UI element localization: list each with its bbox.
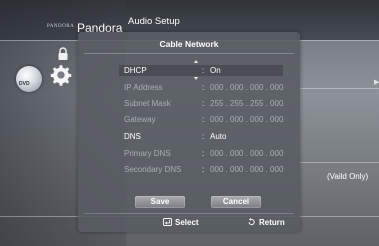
select-label: Select (175, 218, 199, 227)
ip-address-row[interactable]: IP Address : 000 . 000 . 000 . 000 (124, 83, 294, 93)
gateway-value[interactable]: 000 . 000 . 000 . 000 (210, 115, 283, 124)
gateway-row[interactable]: Gateway : 000 . 000 . 000 . 000 (124, 115, 294, 125)
gateway-label: Gateway (124, 115, 156, 124)
audio-setup-label[interactable]: Audio Setup (128, 16, 180, 27)
return-icon (248, 218, 255, 226)
dhcp-row[interactable]: DHCP : On (124, 66, 294, 76)
colon: : (202, 132, 205, 141)
gear-icon[interactable] (50, 64, 72, 86)
save-button[interactable]: Save (135, 196, 185, 208)
dialog-title: Cable Network (159, 39, 219, 49)
colon: : (202, 83, 205, 92)
secondary-dns-label: Secondary DNS (124, 165, 182, 174)
divider (84, 53, 294, 54)
secondary-dns-row[interactable]: Secondary DNS : 000 . 000 . 000 . 000 (124, 165, 294, 175)
return-label: Return (259, 218, 285, 227)
dns-label: DNS (124, 132, 141, 141)
spin-up-icon[interactable] (194, 60, 198, 63)
ip-address-label: IP Address (124, 83, 163, 92)
cable-network-dialog: Cable Network DHCP : On IP Address : 000… (78, 32, 300, 232)
colon: : (202, 149, 205, 158)
primary-dns-value[interactable]: 000 . 000 . 000 . 000 (210, 149, 283, 158)
subnet-mask-label: Subnet Mask (124, 99, 171, 108)
divider (300, 88, 379, 89)
divider (300, 162, 379, 163)
right-arrow-icon: ▶ (374, 79, 379, 86)
primary-dns-label: Primary DNS (124, 149, 171, 158)
colon: : (202, 66, 205, 75)
dvd-disc-icon[interactable]: DVD (16, 66, 42, 92)
colon: : (202, 99, 205, 108)
subnet-mask-row[interactable]: Subnet Mask : 255 . 255 . 255 . 000 (124, 99, 294, 109)
divider (84, 213, 294, 214)
secondary-dns-value[interactable]: 000 . 000 . 000 . 000 (210, 165, 283, 174)
dhcp-label: DHCP (124, 66, 147, 75)
setup-screen: PANDORA Pandora Audio Setup DVD ▶ (Vaild… (0, 0, 379, 246)
colon: : (202, 115, 205, 124)
dns-row[interactable]: DNS : Auto (124, 132, 294, 142)
dhcp-value[interactable]: On (210, 66, 221, 75)
colon: : (202, 165, 205, 174)
return-hint: Return (247, 218, 285, 227)
vaild-only-label: (Vaild Only) (327, 172, 369, 181)
pandora-logo: PANDORA (47, 24, 75, 29)
enter-key-icon (163, 218, 172, 226)
dvd-label: DVD (19, 81, 30, 87)
dns-value[interactable]: Auto (210, 132, 226, 141)
spin-down-icon[interactable] (194, 77, 198, 80)
select-hint: Select (163, 218, 199, 227)
ip-address-value[interactable]: 000 . 000 . 000 . 000 (210, 83, 283, 92)
lock-icon (58, 47, 68, 60)
primary-dns-row[interactable]: Primary DNS : 000 . 000 . 000 . 000 (124, 149, 294, 159)
subnet-mask-value[interactable]: 255 . 255 . 255 . 000 (210, 99, 283, 108)
cancel-button[interactable]: Cancel (211, 196, 261, 208)
